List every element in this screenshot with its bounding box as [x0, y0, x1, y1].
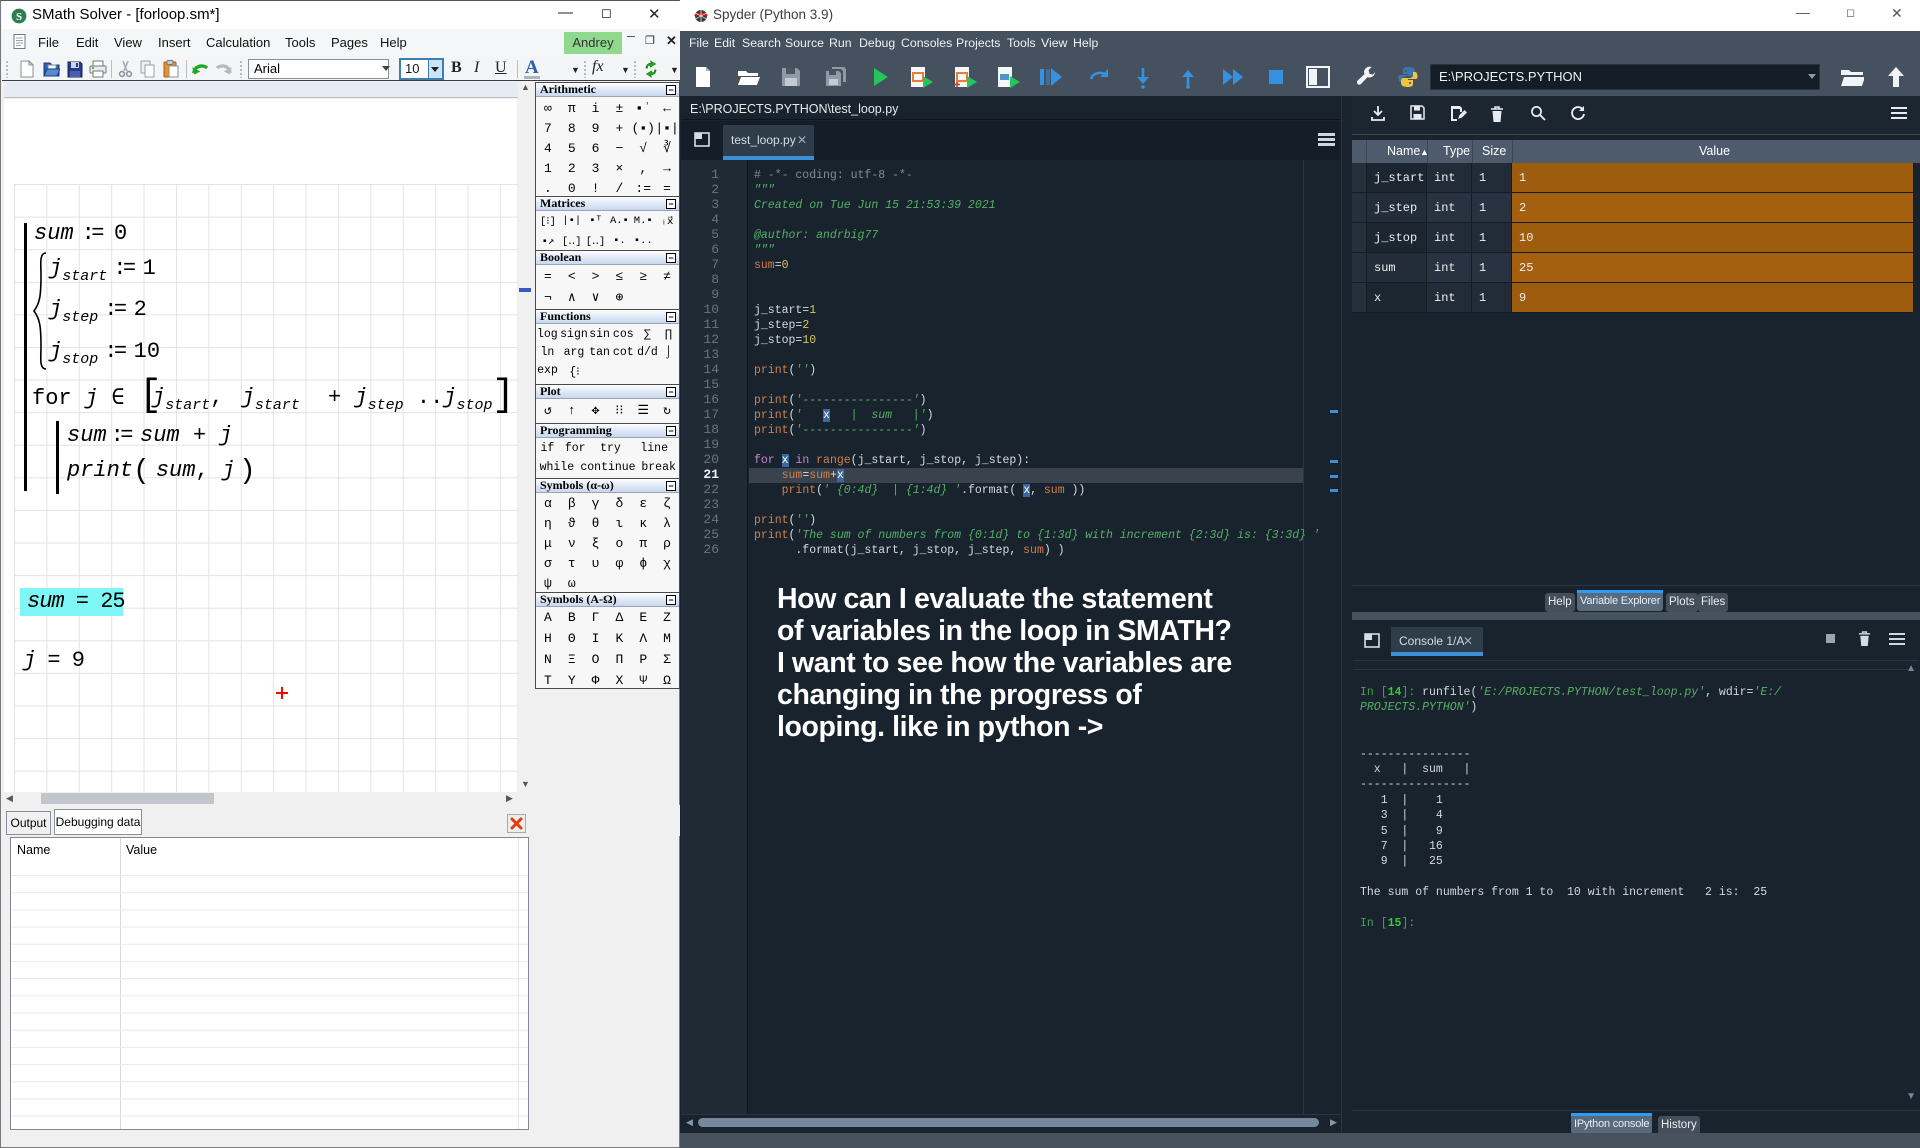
svg-text:S: S — [16, 11, 22, 23]
